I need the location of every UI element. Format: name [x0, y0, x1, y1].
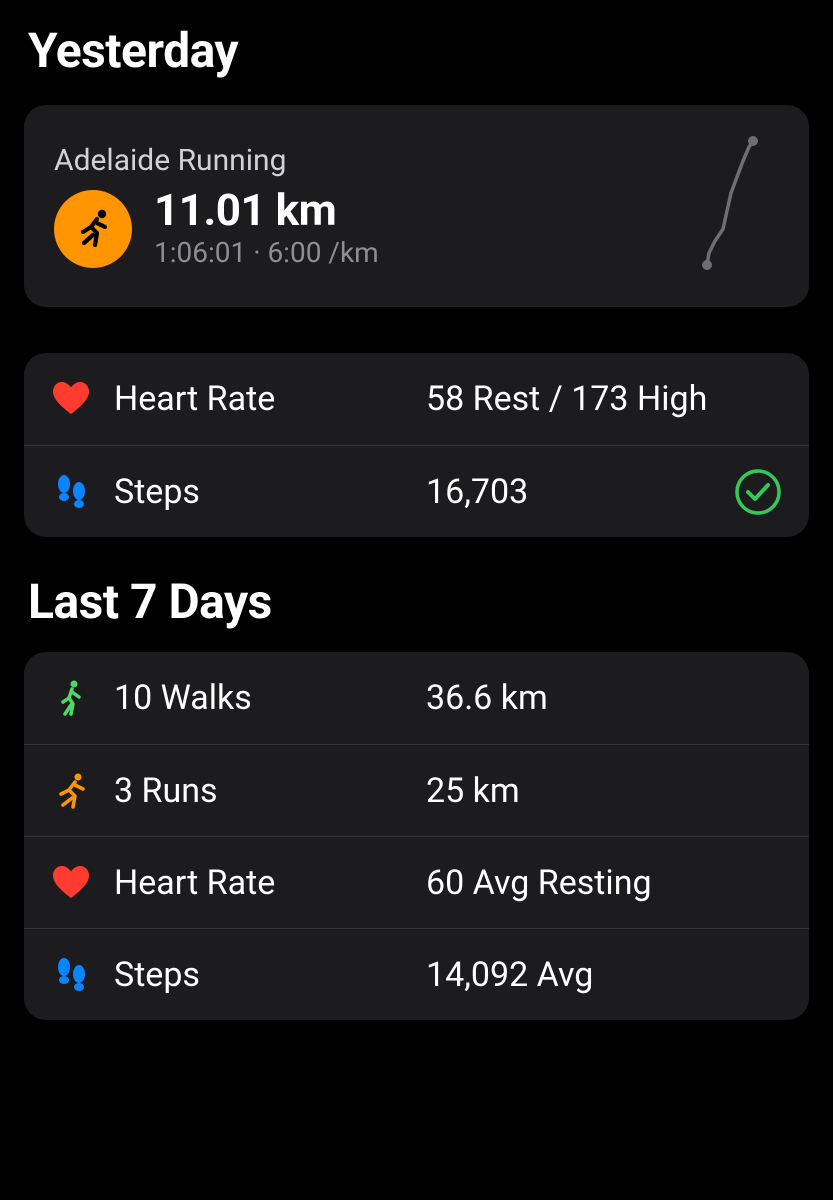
steps-label-7d: Steps — [114, 955, 404, 995]
page-root: Yesterday Adelaide Running 11.01 km 1:06… — [0, 0, 833, 1020]
workout-stats: 11.01 km 1:06:01 · 6:00 /km — [154, 188, 379, 269]
workout-text-col: Adelaide Running 11.01 km 1:06:01 · 6:00… — [54, 143, 619, 269]
footsteps-icon — [50, 471, 92, 513]
workout-card[interactable]: Adelaide Running 11.01 km 1:06:01 · 6:00… — [24, 105, 809, 307]
section-title-yesterday: Yesterday — [28, 22, 809, 79]
row-walks[interactable]: 10 Walks 36.6 km — [24, 652, 809, 744]
workout-duration-pace: 1:06:01 · 6:00 /km — [154, 236, 379, 269]
workout-name: Adelaide Running — [54, 143, 619, 178]
workout-body: 11.01 km 1:06:01 · 6:00 /km — [54, 188, 619, 269]
walk-icon — [50, 677, 92, 719]
row-steps-last7[interactable]: Steps 14,092 Avg — [24, 928, 809, 1020]
row-heart-rate-last7[interactable]: Heart Rate 60 Avg Resting — [24, 836, 809, 928]
steps-label: Steps — [114, 472, 404, 512]
route-map-thumb — [643, 131, 783, 281]
run-icon — [50, 770, 92, 812]
heart-rate-value-7d: 60 Avg Resting — [426, 863, 783, 903]
runs-value: 25 km — [426, 771, 783, 811]
walks-label: 10 Walks — [114, 678, 404, 718]
walks-value: 36.6 km — [426, 678, 783, 718]
heart-rate-label: Heart Rate — [114, 379, 404, 419]
row-trailing-empty — [733, 374, 783, 424]
workout-distance: 11.01 km — [154, 188, 379, 232]
heart-rate-value: 58 Rest / 173 High — [426, 379, 711, 419]
steps-value-7d: 14,092 Avg — [426, 955, 783, 995]
steps-value: 16,703 — [426, 472, 711, 512]
yesterday-list-card: Heart Rate 58 Rest / 173 High Steps 16,7… — [24, 353, 809, 537]
last7-list-card: 10 Walks 36.6 km 3 Runs 25 km Heart Rate — [24, 652, 809, 1020]
heart-icon — [50, 378, 92, 420]
row-runs[interactable]: 3 Runs 25 km — [24, 744, 809, 836]
run-activity-icon — [54, 190, 132, 268]
heart-rate-label-7d: Heart Rate — [114, 863, 404, 903]
section-title-last7: Last 7 Days — [28, 573, 809, 630]
row-heart-rate-yesterday[interactable]: Heart Rate 58 Rest / 173 High — [24, 353, 809, 445]
goal-complete-icon — [733, 467, 783, 517]
footsteps-icon — [50, 954, 92, 996]
runs-label: 3 Runs — [114, 771, 404, 811]
row-steps-yesterday[interactable]: Steps 16,703 — [24, 445, 809, 537]
heart-icon — [50, 862, 92, 904]
